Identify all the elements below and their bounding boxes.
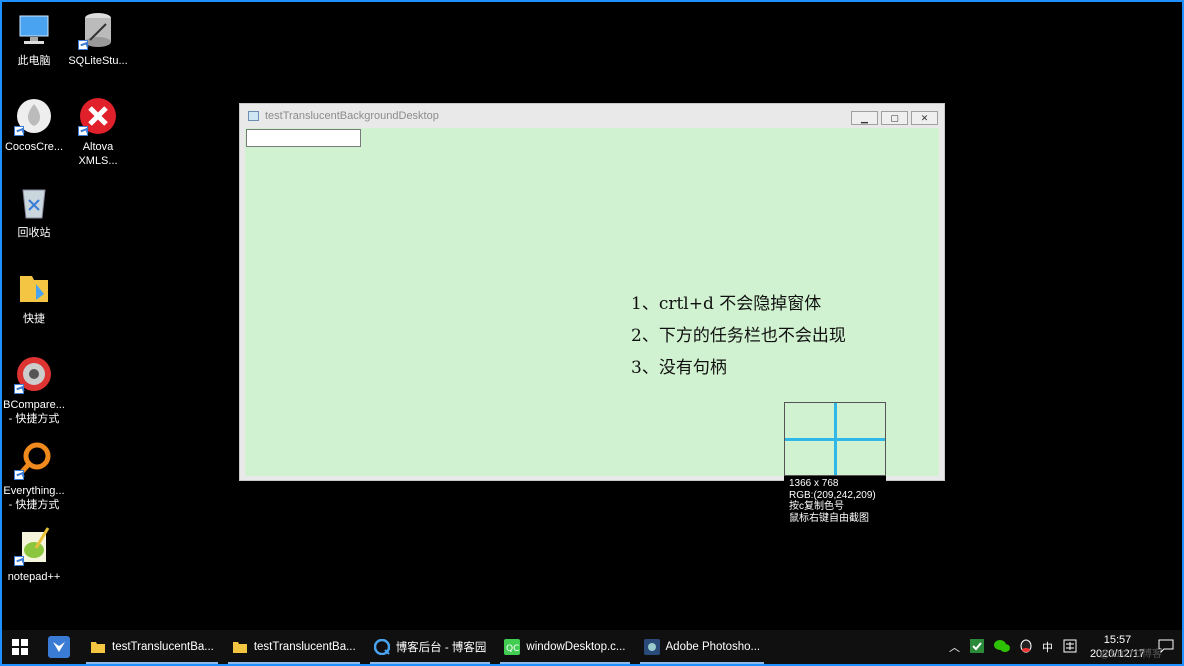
desktop-icon-cocoscreator[interactable]: CocosCre...	[2, 96, 66, 154]
maximize-button[interactable]: ▢	[881, 111, 908, 125]
desktop-icon-label: 回收站	[17, 227, 51, 239]
qt-creator-icon: QC	[504, 639, 521, 655]
svg-text:QC: QC	[506, 644, 519, 654]
note-item: 2、下方的任务栏也不会出现	[631, 326, 846, 346]
desktop-icon-label: 此电脑	[17, 55, 51, 67]
taskbar-item[interactable]: testTranslucentBa...	[224, 630, 364, 664]
close-button[interactable]: ✕	[911, 111, 938, 125]
database-icon	[78, 10, 118, 50]
window-controls: ▁ ▢ ✕	[851, 111, 938, 125]
taskbar-item[interactable]: QC windowDesktop.c...	[496, 630, 633, 664]
shortcut-arrow-icon	[14, 470, 24, 480]
note-item: 3、没有句柄	[631, 358, 727, 378]
folder-icon	[14, 268, 54, 308]
taskbar-item[interactable]: testTranslucentBa...	[82, 630, 222, 664]
network-tray-icon[interactable]	[969, 638, 984, 656]
shortcut-arrow-icon	[14, 556, 24, 566]
everything-search-icon	[14, 440, 54, 480]
desktop-icon-label: 快捷	[23, 313, 45, 325]
desktop-icon-this-pc[interactable]: 此电脑	[2, 10, 66, 68]
magnifier-preview	[784, 402, 886, 476]
start-button[interactable]	[2, 630, 38, 664]
screen-resolution-text: 1366 x 768	[789, 478, 839, 489]
rgb-value-text: RGB:(209,242,209)	[789, 489, 876, 501]
desktop-icon-notepadpp[interactable]: notepad++	[2, 526, 66, 584]
pinned-app-icon	[48, 636, 70, 658]
altova-icon	[78, 96, 118, 136]
photoshop-icon	[643, 639, 660, 655]
desktop-icon-kuaijie[interactable]: 快捷	[2, 268, 66, 326]
desktop-icon-label: SQLiteStu...	[68, 55, 128, 67]
window-title: testTranslucentBackgroundDesktop	[265, 110, 439, 122]
desktop-icon-label: Everything... - 快捷方式	[3, 485, 65, 511]
minimize-button[interactable]: ▁	[851, 111, 878, 125]
window-titlebar[interactable]: testTranslucentBackgroundDesktop	[240, 104, 944, 128]
taskbar-item-label: testTranslucentBa...	[112, 641, 214, 653]
magnifier-info-panel: 1366 x 768 RGB:(209,242,209) 按c复制色号 鼠标右键…	[784, 476, 886, 526]
screenshot-hint-text: 鼠标右键自由截图	[789, 512, 869, 524]
folder-icon	[232, 642, 247, 653]
taskbar-item-label: testTranslucentBa...	[253, 641, 356, 653]
taskbar-item-label: Adobe Photosho...	[665, 641, 761, 653]
cocos-creator-icon	[14, 96, 54, 136]
copy-hint-text: 按c复制色号	[789, 501, 844, 512]
folder-icon	[91, 642, 105, 653]
taskbar-item-label: windowDesktop.c...	[526, 641, 626, 653]
desktop-icon-altova-xmlspy[interactable]: Altova XMLS...	[66, 96, 130, 168]
desktop-icon-label: notepad++	[7, 571, 61, 583]
app-window-icon	[248, 111, 259, 121]
note-item: 1、crtl+d 不会隐掉窗体	[631, 294, 822, 314]
qq-tray-icon[interactable]	[1020, 639, 1032, 656]
taskbar: testTranslucentBa... testTranslucentBa..…	[2, 630, 1182, 664]
watermark: @51CTO博客	[1099, 649, 1162, 660]
desktop-icon-label: CocosCre...	[4, 141, 64, 153]
wechat-tray-icon[interactable]	[993, 639, 1010, 656]
browser-icon	[373, 639, 390, 655]
shortcut-arrow-icon	[14, 126, 24, 136]
notepadpp-icon	[14, 526, 54, 566]
taskbar-item[interactable]: Adobe Photosho...	[636, 630, 769, 664]
ime-mode-icon[interactable]	[1063, 639, 1077, 656]
shortcut-arrow-icon	[78, 40, 88, 50]
crosshair-vertical	[834, 403, 837, 475]
recycle-bin-icon	[14, 182, 54, 222]
desktop-icon-label: BCompare... - 快捷方式	[3, 399, 65, 425]
shortcut-arrow-icon	[78, 126, 88, 136]
desktop-icon-everything[interactable]: Everything... - 快捷方式	[2, 440, 66, 512]
taskbar-item-label: 博客后台 - 博客园	[395, 642, 487, 654]
shortcut-arrow-icon	[14, 384, 24, 394]
line-edit-input[interactable]	[246, 129, 361, 147]
computer-icon	[14, 10, 54, 50]
desktop-icon-recycle-bin[interactable]: 回收站	[2, 182, 66, 240]
desktop-icon-bcompare[interactable]: BCompare... - 快捷方式	[2, 354, 66, 426]
beyond-compare-icon	[14, 354, 54, 394]
taskbar-item[interactable]: 博客后台 - 博客园	[366, 630, 495, 664]
ime-indicator[interactable]: 中	[1042, 639, 1053, 655]
chevron-up-icon[interactable]: ︿	[949, 639, 960, 655]
notes-list: 1、crtl+d 不会隐掉窗体 2、下方的任务栏也不会出现 3、没有句柄	[631, 288, 846, 384]
desktop-icon-label: Altova XMLS...	[78, 141, 118, 167]
taskbar-pinned-app[interactable]	[38, 630, 80, 664]
windows-logo-icon	[12, 639, 28, 655]
desktop-icon-sqlitestudio[interactable]: SQLiteStu...	[66, 10, 130, 68]
